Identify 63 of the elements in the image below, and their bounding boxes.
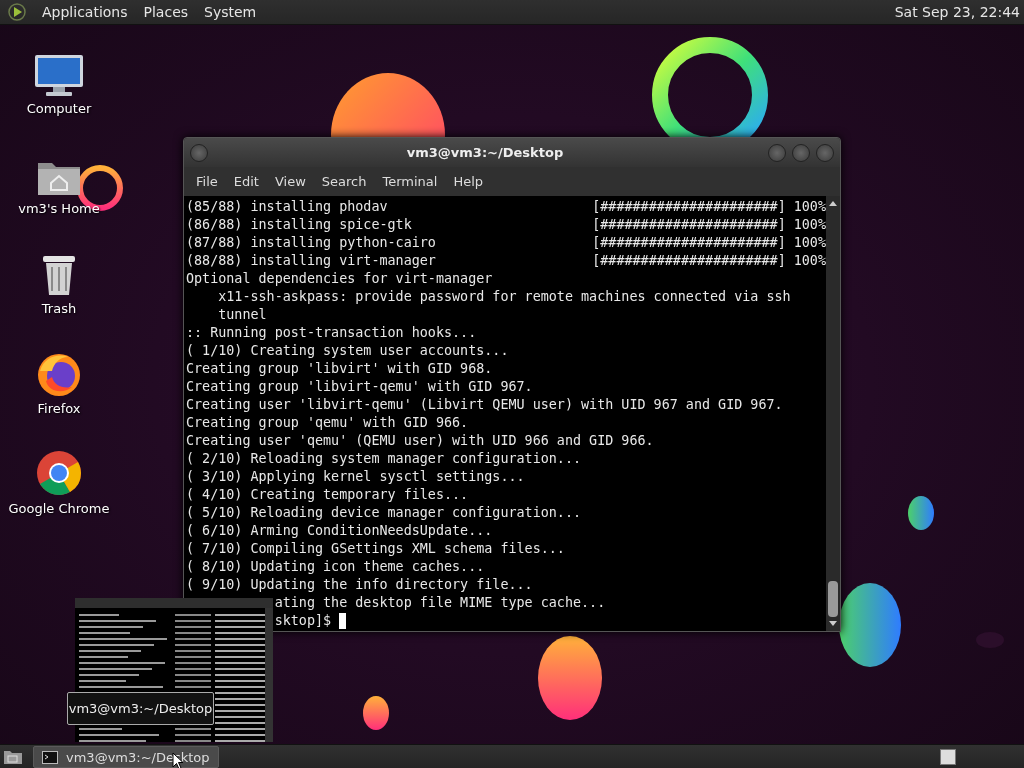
text-cursor — [339, 613, 347, 629]
desktop-icon[interactable] — [3, 749, 23, 765]
icon-label[interactable]: Firefox — [37, 401, 81, 416]
icon-label[interactable]: Google Chrome — [8, 501, 110, 516]
play-logo-icon[interactable] — [8, 3, 26, 21]
scroll-down-icon[interactable] — [828, 620, 838, 628]
terminal-line: Creating user 'qemu' (QEMU user) with UID 966 and GID 966. — [186, 432, 654, 450]
terminal-line: :: Running post-transaction hooks... — [186, 324, 477, 342]
close-button[interactable] — [816, 143, 834, 162]
icon-label[interactable]: vm3's Home — [18, 201, 100, 216]
globe-icon[interactable] — [36, 351, 82, 397]
terminal-line: Creating user 'libvirt-qemu' (Libvirt QEMU user) with UID 967 and GID 967. — [186, 396, 783, 414]
terminal-line: (87/88) installing python-cairo — [186, 234, 437, 252]
terminal-line: ating the desktop file MIME type cache... — [274, 594, 606, 612]
scrollbar[interactable] — [826, 196, 840, 631]
maximize-button[interactable] — [792, 143, 810, 162]
terminal-line: Creating group 'libvirt-qemu' with GID 967. — [186, 378, 533, 396]
terminal-line: (86/88) installing spice-gtk — [186, 216, 413, 234]
panel-menu[interactable]: System — [196, 4, 265, 20]
progress-text: [######################] 100% — [592, 198, 826, 216]
circle-logo-icon[interactable] — [35, 449, 83, 497]
terminal-line: Creating group 'libvirt' with GID 968. — [186, 360, 493, 378]
clock[interactable]: Sat Sep 23, 22:44 — [894, 4, 1020, 20]
terminal-line: (85/88) installing phodav — [186, 198, 389, 216]
terminal-line: ( 5/10) Reloading device manager configuration... — [186, 504, 582, 522]
terminal-line: ( 8/10) Updating icon theme caches... — [186, 558, 485, 576]
terminal-line: Creating group 'qemu' with GID 966. — [186, 414, 469, 432]
taskbar-button[interactable]: vm3@vm3:~/Desktop — [33, 746, 219, 768]
panel-menu[interactable]: Places — [135, 4, 197, 20]
menu-item[interactable]: View — [266, 174, 314, 189]
trash-icon[interactable] — [40, 253, 78, 297]
panel-menu[interactable]: Applications — [34, 4, 136, 20]
scrollbar-thumb[interactable] — [828, 581, 838, 617]
terminal-icon — [42, 750, 58, 764]
terminal-line: ( 6/10) Arming ConditionNeedsUpdate... — [186, 522, 493, 540]
shell-prompt: sktop]$ — [274, 612, 332, 630]
workspace-switcher[interactable] — [940, 749, 956, 765]
terminal-line: ( 4/10) Creating temporary files... — [186, 486, 469, 504]
menu-item[interactable]: Help — [445, 174, 492, 189]
terminal-line: ( 3/10) Applying kernel sysctl settings... — [186, 468, 525, 486]
icon-label[interactable]: Trash — [41, 301, 77, 316]
terminal-line: Optional dependencies for virt-manager — [186, 270, 493, 288]
tooltip: vm3@vm3:~/Desktop — [67, 692, 214, 725]
window-title: vm3@vm3:~/Desktop — [405, 145, 565, 160]
terminal-line: x11-ssh-askpass: provide password for remote machines connected via ssh — [217, 288, 791, 306]
menu-item[interactable]: Edit — [225, 174, 267, 189]
progress-text: [######################] 100% — [592, 252, 826, 270]
menu-item[interactable]: Search — [313, 174, 375, 189]
icon-label[interactable]: Computer — [26, 101, 92, 116]
progress-text: [######################] 100% — [592, 216, 826, 234]
terminal-line: ( 7/10) Compiling GSettings XML schema files... — [186, 540, 565, 558]
monitor-icon[interactable] — [33, 53, 85, 97]
window-menu-button[interactable] — [190, 143, 208, 162]
menu-item[interactable]: File — [188, 174, 226, 189]
scroll-up-icon[interactable] — [828, 199, 838, 207]
menu-item[interactable]: Terminal — [374, 174, 446, 189]
minimize-button[interactable] — [768, 143, 786, 162]
terminal-line: tunnel — [217, 306, 267, 324]
terminal-line: ( 2/10) Reloading system manager configuration... — [186, 450, 582, 468]
progress-text: [######################] 100% — [592, 234, 826, 252]
terminal-line: (88/88) installing virt-manager — [186, 252, 437, 270]
terminal-line: ( 1/10) Creating system user accounts... — [186, 342, 509, 360]
terminal-line: ( 9/10) Updating the info directory file... — [186, 576, 533, 594]
